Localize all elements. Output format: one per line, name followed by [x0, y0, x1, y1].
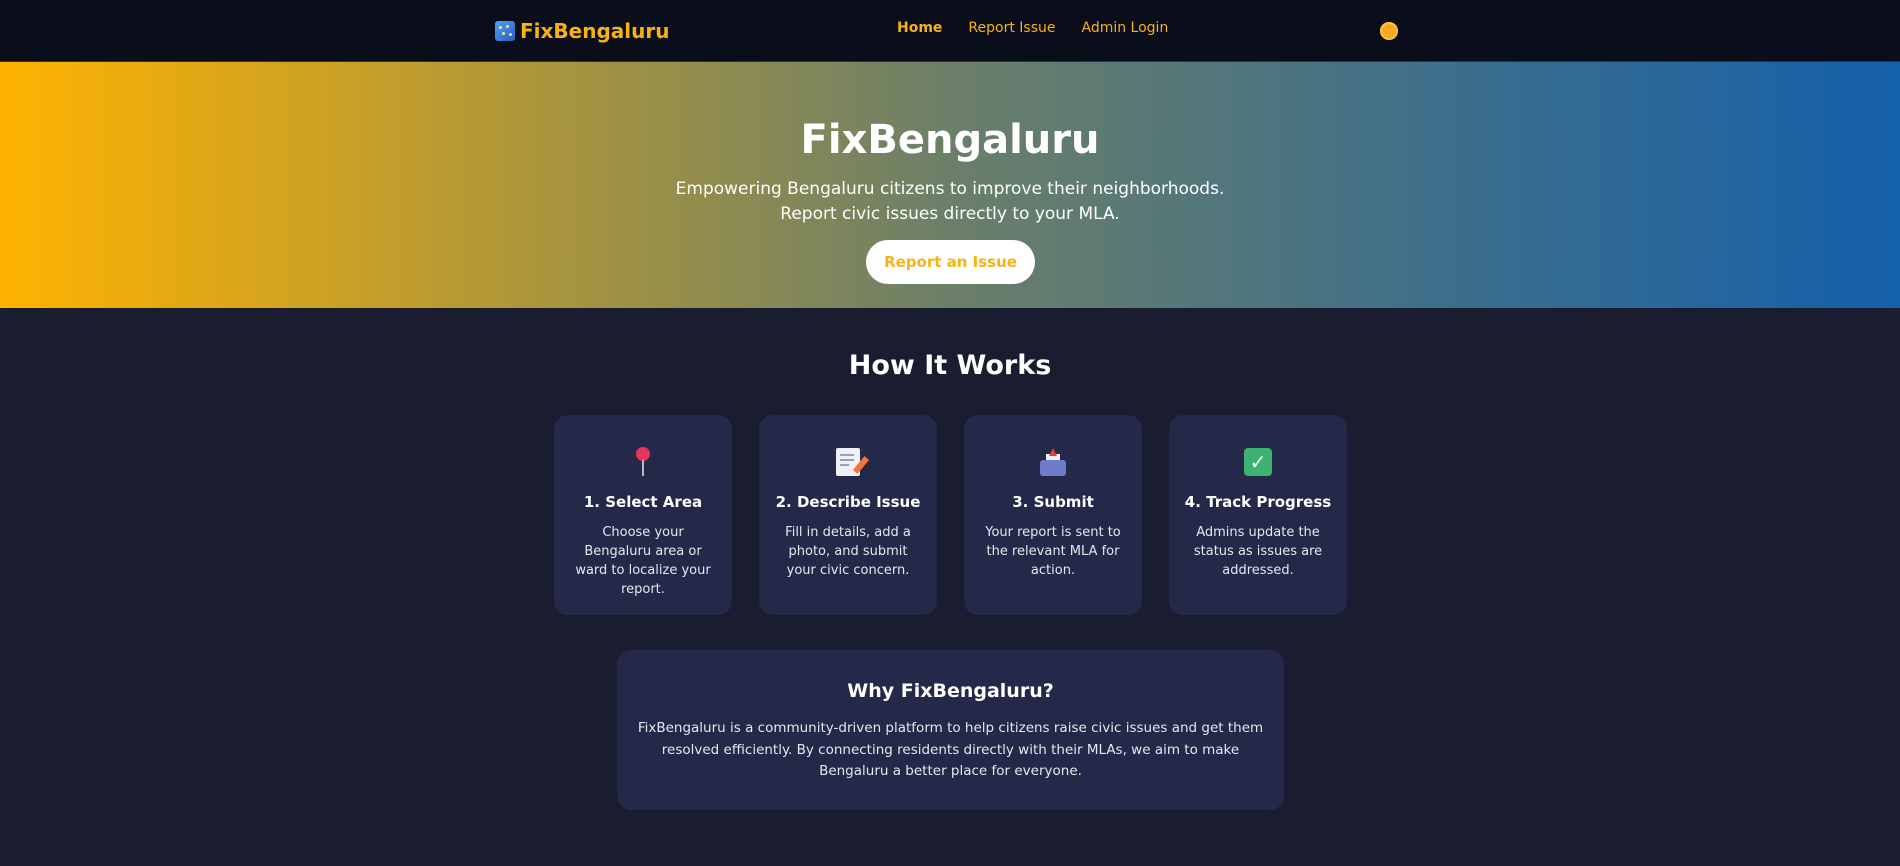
why-text: FixBengaluru is a community-driven platf… — [637, 720, 1264, 779]
step-card-select-area: 1. Select Area Choose your Bengaluru are… — [554, 415, 732, 615]
pushpin-icon — [633, 447, 653, 477]
why-card: Why FixBengaluru? FixBengaluru is a comm… — [617, 650, 1284, 810]
sun-icon[interactable] — [1380, 22, 1398, 40]
brand-logo[interactable]: FixBengaluru — [495, 17, 669, 45]
check-icon: ✓ — [1244, 448, 1272, 476]
nav-links: Home Report Issue Admin Login — [897, 20, 1168, 36]
step-card-describe-issue: 2. Describe Issue Fill in details, add a… — [759, 415, 937, 615]
steps-row: 1. Select Area Choose your Bengaluru are… — [554, 415, 1347, 615]
step-card-track-progress: ✓ 4. Track Progress Admins update the st… — [1169, 415, 1347, 615]
step-title: 4. Track Progress — [1184, 493, 1332, 511]
step-title: 1. Select Area — [583, 493, 703, 511]
step-card-submit: 3. Submit Your report is sent to the rel… — [964, 415, 1142, 615]
nav-report-issue[interactable]: Report Issue — [968, 20, 1055, 36]
how-it-works-title: How It Works — [848, 350, 1052, 381]
step-description: Fill in details, add a photo, and submit… — [785, 525, 911, 578]
step-description: Admins update the status as issues are a… — [1193, 525, 1323, 578]
nav-admin-login[interactable]: Admin Login — [1081, 20, 1168, 36]
outbox-icon — [1040, 448, 1066, 476]
city-icon — [495, 21, 515, 41]
hero-subtitle-line-1: Empowering Bengaluru citizens to improve… — [675, 179, 1225, 199]
step-description: Choose your Bengaluru area or ward to lo… — [575, 525, 711, 597]
navbar: FixBengaluru Home Report Issue Admin Log… — [0, 0, 1900, 62]
why-title: Why FixBengaluru? — [847, 680, 1054, 702]
report-issue-button[interactable]: Report an Issue — [866, 240, 1035, 284]
step-title: 3. Submit — [1012, 493, 1094, 511]
hero-subtitle-line-2: Report civic issues directly to your MLA… — [780, 204, 1120, 224]
step-title: 2. Describe Issue — [775, 493, 921, 511]
hero-title: FixBengaluru — [800, 117, 1100, 163]
step-description: Your report is sent to the relevant MLA … — [985, 525, 1121, 578]
brand-name: FixBengaluru — [520, 19, 670, 43]
memo-icon — [836, 448, 870, 476]
nav-home[interactable]: Home — [897, 20, 942, 36]
hero-subtitle: Empowering Bengaluru citizens to improve… — [0, 177, 1900, 227]
hero-banner: FixBengaluru Empowering Bengaluru citize… — [0, 62, 1900, 308]
